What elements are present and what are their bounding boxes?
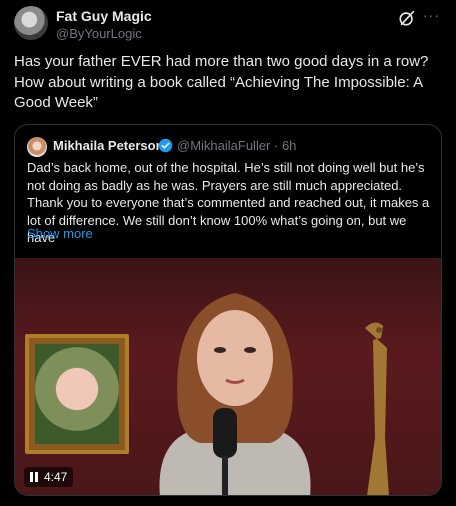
quoted-author-name[interactable]: Mikhaila Peterson [53, 138, 164, 153]
giraffe-statue [365, 322, 389, 495]
grok-icon[interactable] [398, 9, 416, 27]
author-avatar[interactable] [14, 6, 48, 40]
background-painting [25, 334, 129, 454]
more-options-icon[interactable]: ··· [423, 7, 440, 23]
video-player[interactable]: 4:47 [15, 258, 441, 495]
tweet-header: Fat Guy Magic @ByYourLogic ··· [14, 6, 442, 46]
microphone [213, 408, 237, 495]
show-more-link[interactable]: Show more [27, 226, 93, 241]
verified-badge-icon [158, 138, 173, 153]
quoted-author-handle[interactable]: @MikhailaFuller · 6h [177, 138, 296, 153]
video-duration-badge[interactable]: 4:47 [24, 467, 74, 487]
video-duration: 4:47 [44, 470, 68, 484]
quoted-author-avatar[interactable] [27, 137, 47, 157]
pause-icon[interactable] [30, 472, 40, 482]
tweet-text: Has your father EVER had more than two g… [14, 53, 429, 111]
quoted-tweet[interactable]: Mikhaila Peterson @MikhailaFuller · 6h D… [14, 124, 442, 496]
author-name[interactable]: Fat Guy Magic [56, 8, 152, 24]
author-handle[interactable]: @ByYourLogic [56, 26, 142, 41]
